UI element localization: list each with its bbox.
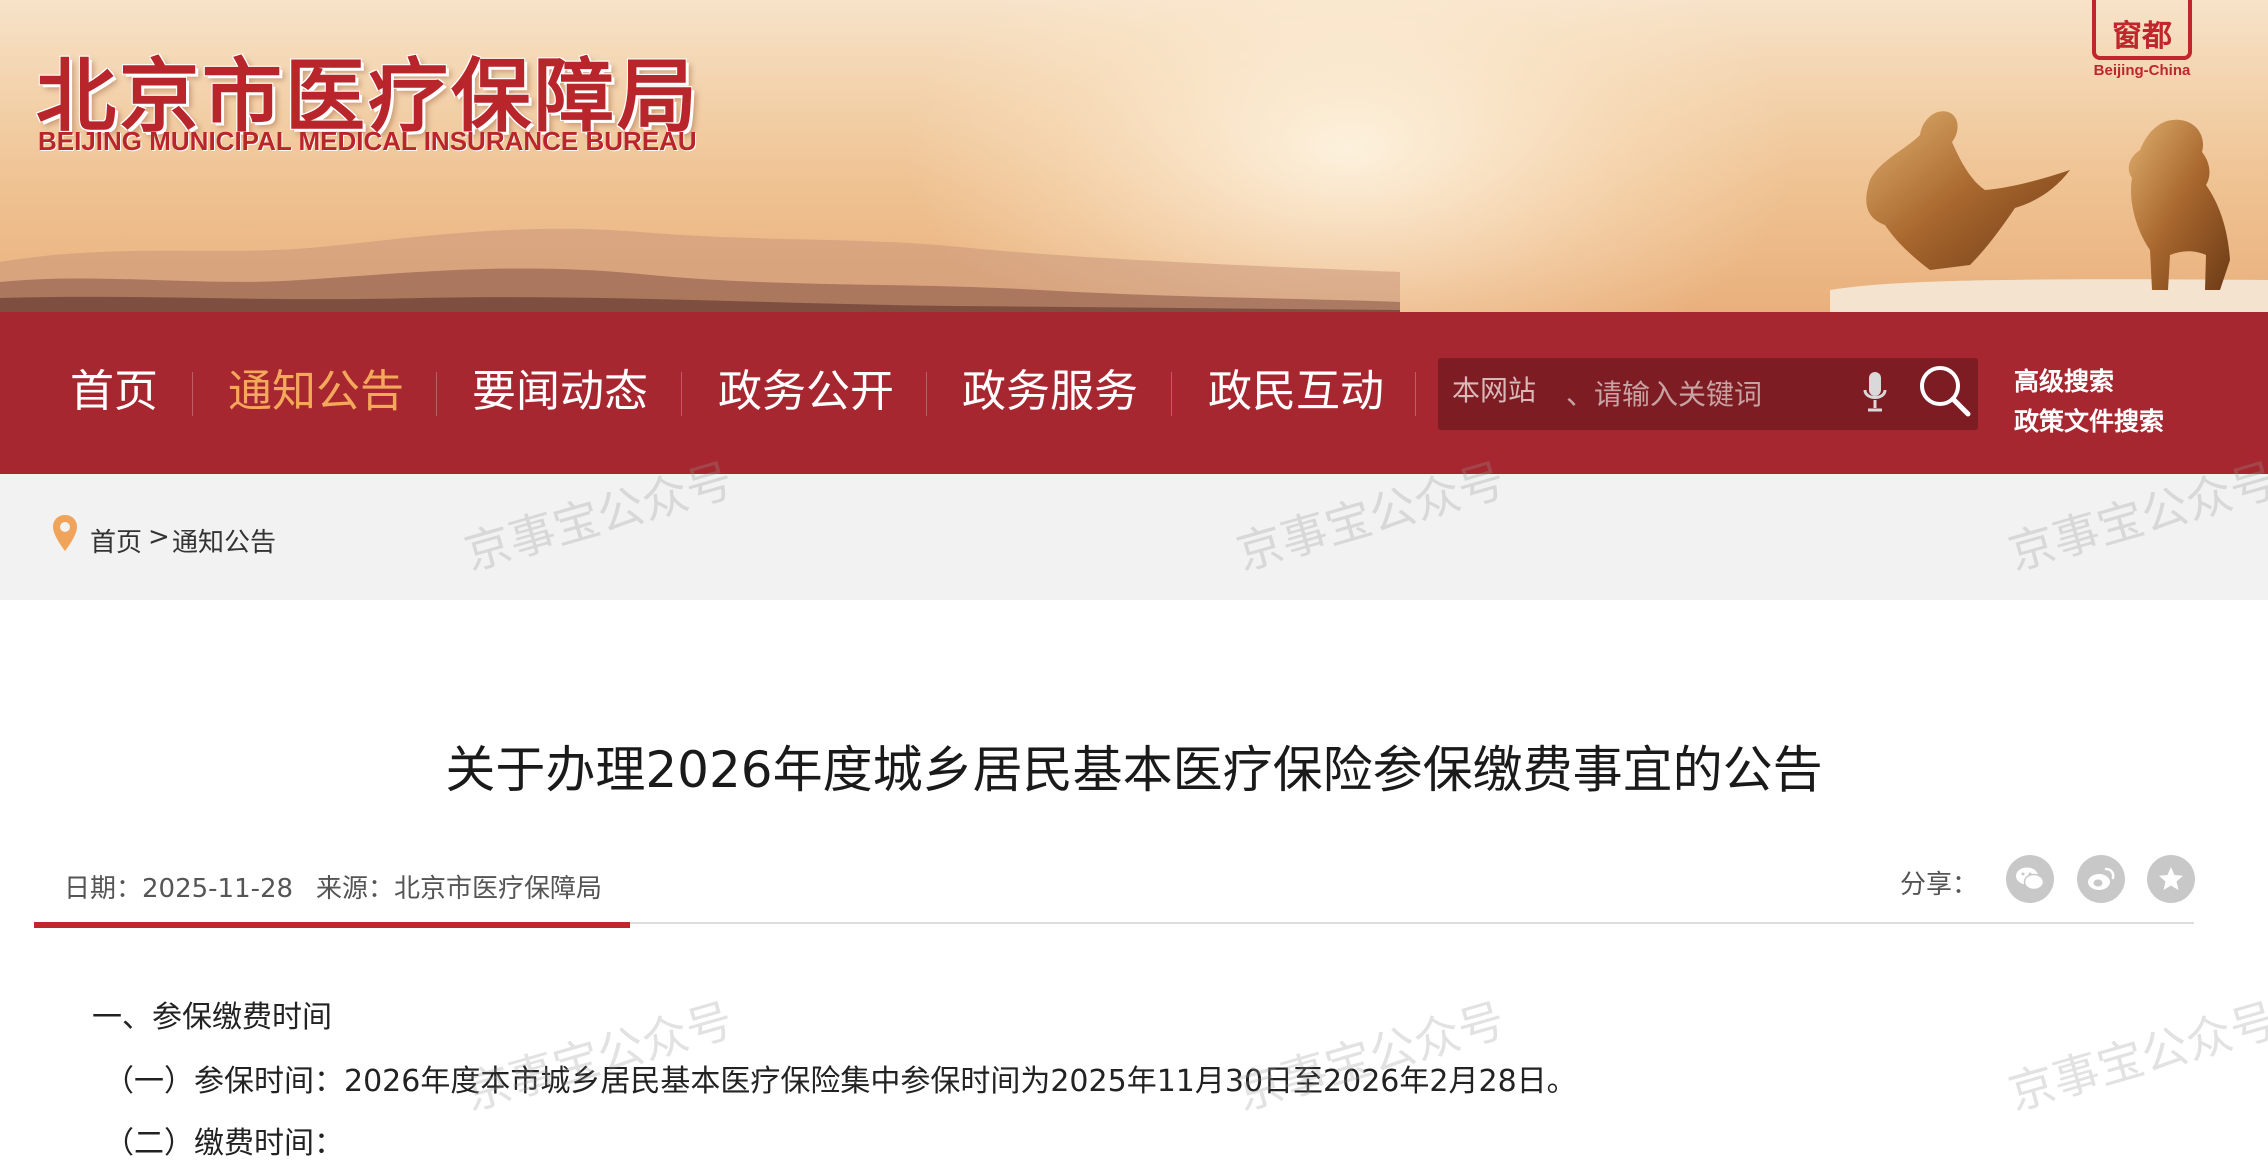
policy-search-link[interactable]: 政策文件搜索 — [2014, 402, 2164, 438]
article-date: 日期：2025-11-28 — [64, 874, 294, 904]
search-scope-selector[interactable]: 本网站 — [1452, 358, 1536, 430]
location-pin-icon — [53, 515, 77, 551]
logo-english-title[interactable]: BEIJING MUNICIPAL MEDICAL INSURANCE BURE… — [38, 126, 697, 157]
share-label: 分享： — [1900, 870, 1979, 900]
search-input[interactable] — [1566, 372, 1836, 416]
nav-divider — [681, 372, 682, 416]
watermark: 京事宝公众号 — [2002, 992, 2268, 1121]
nav-divider — [1171, 372, 1172, 416]
capital-seal-logo: 窗都 — [2092, 0, 2192, 60]
watermark: 京事宝公众号 — [1230, 992, 1511, 1121]
nav-item-notices[interactable]: 通知公告 — [228, 362, 404, 422]
header-banner: 北京市医疗保障局 BEIJING MUNICIPAL MEDICAL INSUR… — [0, 0, 2268, 312]
favorite-icon[interactable] — [2147, 855, 2195, 903]
nav-divider — [1415, 372, 1416, 416]
weibo-icon[interactable] — [2077, 855, 2125, 903]
article-paragraph: （二）缴费时间： — [104, 1126, 344, 1160]
banner-mountains-image — [0, 228, 1400, 312]
advanced-search-link[interactable]: 高级搜索 — [2014, 362, 2114, 398]
nav-item-gov-services[interactable]: 政务服务 — [962, 362, 1138, 422]
breadcrumb-separator: > — [148, 522, 170, 552]
search-box: 本网站 — [1438, 358, 1978, 430]
nav-item-gov-affairs[interactable]: 政务公开 — [718, 362, 894, 422]
breadcrumb — [0, 474, 2268, 600]
nav-divider — [926, 372, 927, 416]
wechat-icon[interactable] — [2006, 855, 2054, 903]
search-icon[interactable] — [1916, 362, 1972, 418]
nav-item-news[interactable]: 要闻动态 — [472, 362, 648, 422]
seal-text: 窗都 — [2112, 19, 2172, 54]
nav-item-home[interactable]: 首页 — [70, 362, 158, 422]
bronze-statues-image — [1830, 111, 2268, 312]
seal-caption: Beijing-China — [2093, 62, 2191, 79]
breadcrumb-home-link[interactable]: 首页 — [90, 522, 142, 559]
article-divider-accent — [34, 922, 630, 928]
watermark: 京事宝公众号 — [458, 992, 739, 1121]
microphone-icon[interactable] — [1862, 370, 1888, 414]
article-paragraph: （一）参保时间：2026年度本市城乡居民基本医疗保险集中参保时间为2025年11… — [104, 1064, 1577, 1099]
breadcrumb-current[interactable]: 通知公告 — [172, 522, 276, 559]
article-source: 来源：北京市医疗保障局 — [316, 874, 603, 904]
article-section-heading: 一、参保缴费时间 — [92, 1000, 332, 1035]
nav-divider — [436, 372, 437, 416]
nav-divider — [192, 372, 193, 416]
article-title: 关于办理2026年度城乡居民基本医疗保险参保缴费事宜的公告 — [445, 741, 1823, 799]
nav-item-interaction[interactable]: 政民互动 — [1208, 362, 1384, 422]
